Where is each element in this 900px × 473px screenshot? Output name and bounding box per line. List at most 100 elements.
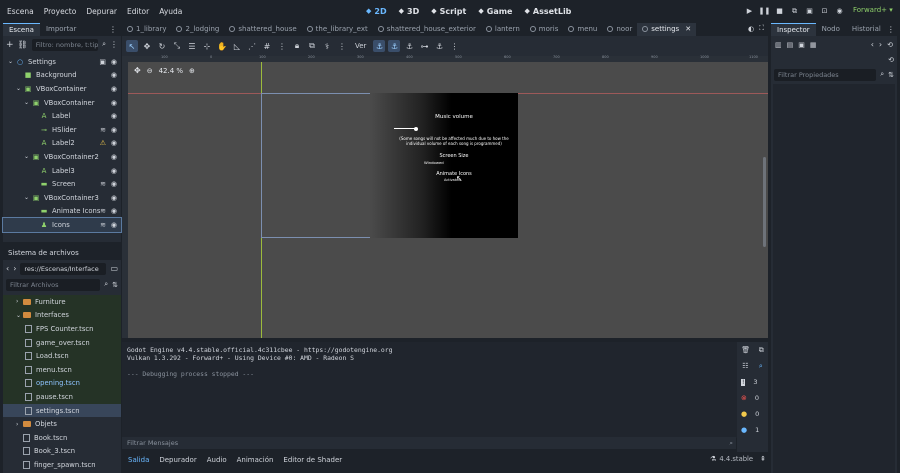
- rotate-tool-icon[interactable]: ↻: [156, 40, 168, 52]
- file-item[interactable]: game_over.tscn: [3, 335, 121, 350]
- folder-item[interactable]: › Furniture: [3, 295, 121, 309]
- snap-icon[interactable]: ⋰: [246, 40, 258, 52]
- file-item[interactable]: FPS Counter.tscn: [3, 322, 121, 336]
- center-view-icon[interactable]: ✥: [134, 66, 141, 75]
- forward-arrow-icon[interactable]: ›: [879, 40, 882, 49]
- file-item[interactable]: Load.tscn: [3, 349, 121, 363]
- lock-icon[interactable]: 🔒︎: [291, 40, 303, 52]
- node-badge-icon[interactable]: ≋: [100, 207, 106, 215]
- sort-icon[interactable]: ⇅: [888, 71, 894, 79]
- link-anchor-icon[interactable]: ⊶: [418, 40, 430, 52]
- scene-tab-shattered_house_exterior[interactable]: shattered_house_exterior: [373, 23, 481, 36]
- scene-node[interactable]: ⊸ HSlider ≋ ◉: [3, 123, 121, 137]
- workspace-game[interactable]: ◆ Game: [472, 7, 518, 16]
- scene-node[interactable]: ⌄ ▣ VBoxContainer ◉: [3, 96, 121, 110]
- menu-editor[interactable]: Editor: [122, 7, 154, 16]
- volume-slider-grabber[interactable]: [414, 126, 418, 131]
- more-icon[interactable]: ⋮: [448, 40, 460, 52]
- sort-icon[interactable]: ⇅: [112, 281, 118, 289]
- filter-log-toggle[interactable]: ! 3: [737, 374, 768, 390]
- screen-size-option[interactable]: Windowed: [424, 160, 464, 165]
- vertical-scrollbar[interactable]: [763, 157, 766, 247]
- search-icon[interactable]: ⌕: [880, 70, 884, 79]
- chevron-down-icon[interactable]: ⌄: [16, 312, 23, 319]
- file-item[interactable]: pause.tscn: [3, 390, 121, 404]
- visibility-eye-icon[interactable]: ◉: [111, 126, 117, 134]
- visibility-eye-icon[interactable]: ◉: [111, 207, 117, 215]
- bottom-tab[interactable]: Audio: [202, 456, 232, 464]
- message-filter-input[interactable]: Filtrar Mensajes ⌕: [122, 437, 736, 449]
- visibility-eye-icon[interactable]: ◉: [111, 139, 117, 147]
- node-badge-icon[interactable]: ≋: [100, 221, 106, 229]
- anchor-icon[interactable]: ⚓: [373, 40, 386, 52]
- align-icon[interactable]: ⚓: [433, 40, 445, 52]
- search-icon[interactable]: ⌕: [102, 40, 106, 49]
- file-item[interactable]: opening.tscn: [3, 376, 121, 391]
- remote-debug-icon[interactable]: ⧉: [790, 7, 799, 16]
- node-badge-icon[interactable]: ⚠: [100, 139, 106, 147]
- scene-tab-shattered_house[interactable]: shattered_house: [224, 23, 301, 36]
- chevron-down-icon[interactable]: ⌄: [24, 99, 30, 106]
- skeleton-icon[interactable]: ⋮: [336, 40, 348, 52]
- visibility-eye-icon[interactable]: ◉: [111, 99, 117, 107]
- zoom-out-icon[interactable]: ⊖: [147, 67, 153, 75]
- history-icon[interactable]: ⟲: [887, 41, 893, 49]
- scene-tab-lantern[interactable]: lantern: [481, 23, 525, 36]
- version-label[interactable]: 4.4.stable: [719, 455, 753, 463]
- filter-warning-toggle[interactable]: ● 0: [737, 406, 768, 422]
- workspace-script[interactable]: ◆ Script: [425, 7, 472, 16]
- scene-node[interactable]: ⌄ ▣ VBoxContainer ◉: [3, 82, 121, 96]
- scene-node[interactable]: A Label3 ◉: [3, 164, 121, 178]
- group-icon[interactable]: ⧉: [306, 40, 318, 52]
- ruler-tool-icon[interactable]: ◺: [231, 40, 243, 52]
- visibility-eye-icon[interactable]: ◉: [111, 153, 117, 161]
- node-badge-icon[interactable]: ≋: [100, 126, 106, 134]
- collapse-icon[interactable]: ☷: [742, 362, 748, 370]
- animate-icons-option[interactable]: Activated: [444, 178, 484, 182]
- play-custom-icon[interactable]: ⊡: [820, 7, 829, 16]
- tab-inspector[interactable]: Inspector: [771, 23, 816, 36]
- pivot-tool-icon[interactable]: ⊹: [201, 40, 213, 52]
- menu-dots-icon[interactable]: ⋮: [887, 25, 898, 34]
- open-resource-icon[interactable]: ▤: [787, 41, 794, 49]
- visibility-eye-icon[interactable]: ◉: [111, 194, 117, 202]
- container-sizing-icon[interactable]: ⚓: [388, 40, 401, 52]
- movie-icon[interactable]: ◉: [835, 7, 844, 16]
- layout-icon[interactable]: ▭: [110, 264, 118, 273]
- back-arrow-icon[interactable]: ‹: [871, 40, 874, 49]
- clear-output-icon[interactable]: 🗑︎: [741, 346, 750, 354]
- scene-node[interactable]: ▬ Animate Icons ≋ ◉: [3, 205, 121, 219]
- scene-tab-menu[interactable]: menu: [563, 23, 602, 36]
- scale-tool-icon[interactable]: ⤡: [171, 40, 183, 52]
- scene-tab-the_library_ext[interactable]: the_library_ext: [302, 23, 373, 36]
- play-scene-icon[interactable]: ▣: [805, 7, 814, 16]
- layout-icon[interactable]: ⚓: [403, 40, 415, 52]
- filter-editor-toggle[interactable]: ● 1: [737, 422, 768, 438]
- visibility-eye-icon[interactable]: ◉: [111, 180, 117, 188]
- scene-filter-input[interactable]: Filtro: nombre, t:tipo: [31, 38, 99, 51]
- save-resource-icon[interactable]: ▣: [798, 41, 805, 49]
- scene-node[interactable]: ⌄ ▣ VBoxContainer3 ◉: [3, 191, 121, 205]
- link-icon[interactable]: ⛓: [18, 40, 28, 49]
- forward-arrow-icon[interactable]: ›: [13, 264, 16, 273]
- node-badge-icon[interactable]: ▣: [99, 58, 106, 66]
- tab-importar[interactable]: Importar: [40, 23, 82, 36]
- tab-historial[interactable]: Historial: [846, 23, 887, 36]
- folder-item[interactable]: › Objets: [3, 417, 121, 431]
- pause-icon[interactable]: ❚❚: [759, 7, 771, 16]
- workspace-assetlib[interactable]: ◆ AssetLib: [518, 7, 577, 16]
- menu-dots-icon[interactable]: ⋮: [109, 25, 121, 34]
- visibility-eye-icon[interactable]: ◉: [111, 85, 117, 93]
- chevron-down-icon[interactable]: ⌄: [24, 153, 30, 160]
- file-filter-input[interactable]: Filtrar Archivos: [6, 278, 101, 291]
- bottom-tab[interactable]: Salida: [123, 456, 154, 464]
- tab-menu-icon[interactable]: ◐: [748, 25, 754, 33]
- visibility-eye-icon[interactable]: ◉: [111, 58, 117, 66]
- new-resource-icon[interactable]: ▥: [775, 41, 782, 49]
- back-arrow-icon[interactable]: ‹: [6, 264, 9, 273]
- zoom-level[interactable]: 42.4 %: [159, 67, 183, 75]
- renderer-selector[interactable]: Forward+ ▾: [853, 6, 893, 14]
- workspace-3d[interactable]: ◆ 3D: [393, 7, 426, 16]
- scene-tab-moris[interactable]: moris: [525, 23, 564, 36]
- stop-icon[interactable]: ■: [775, 7, 784, 16]
